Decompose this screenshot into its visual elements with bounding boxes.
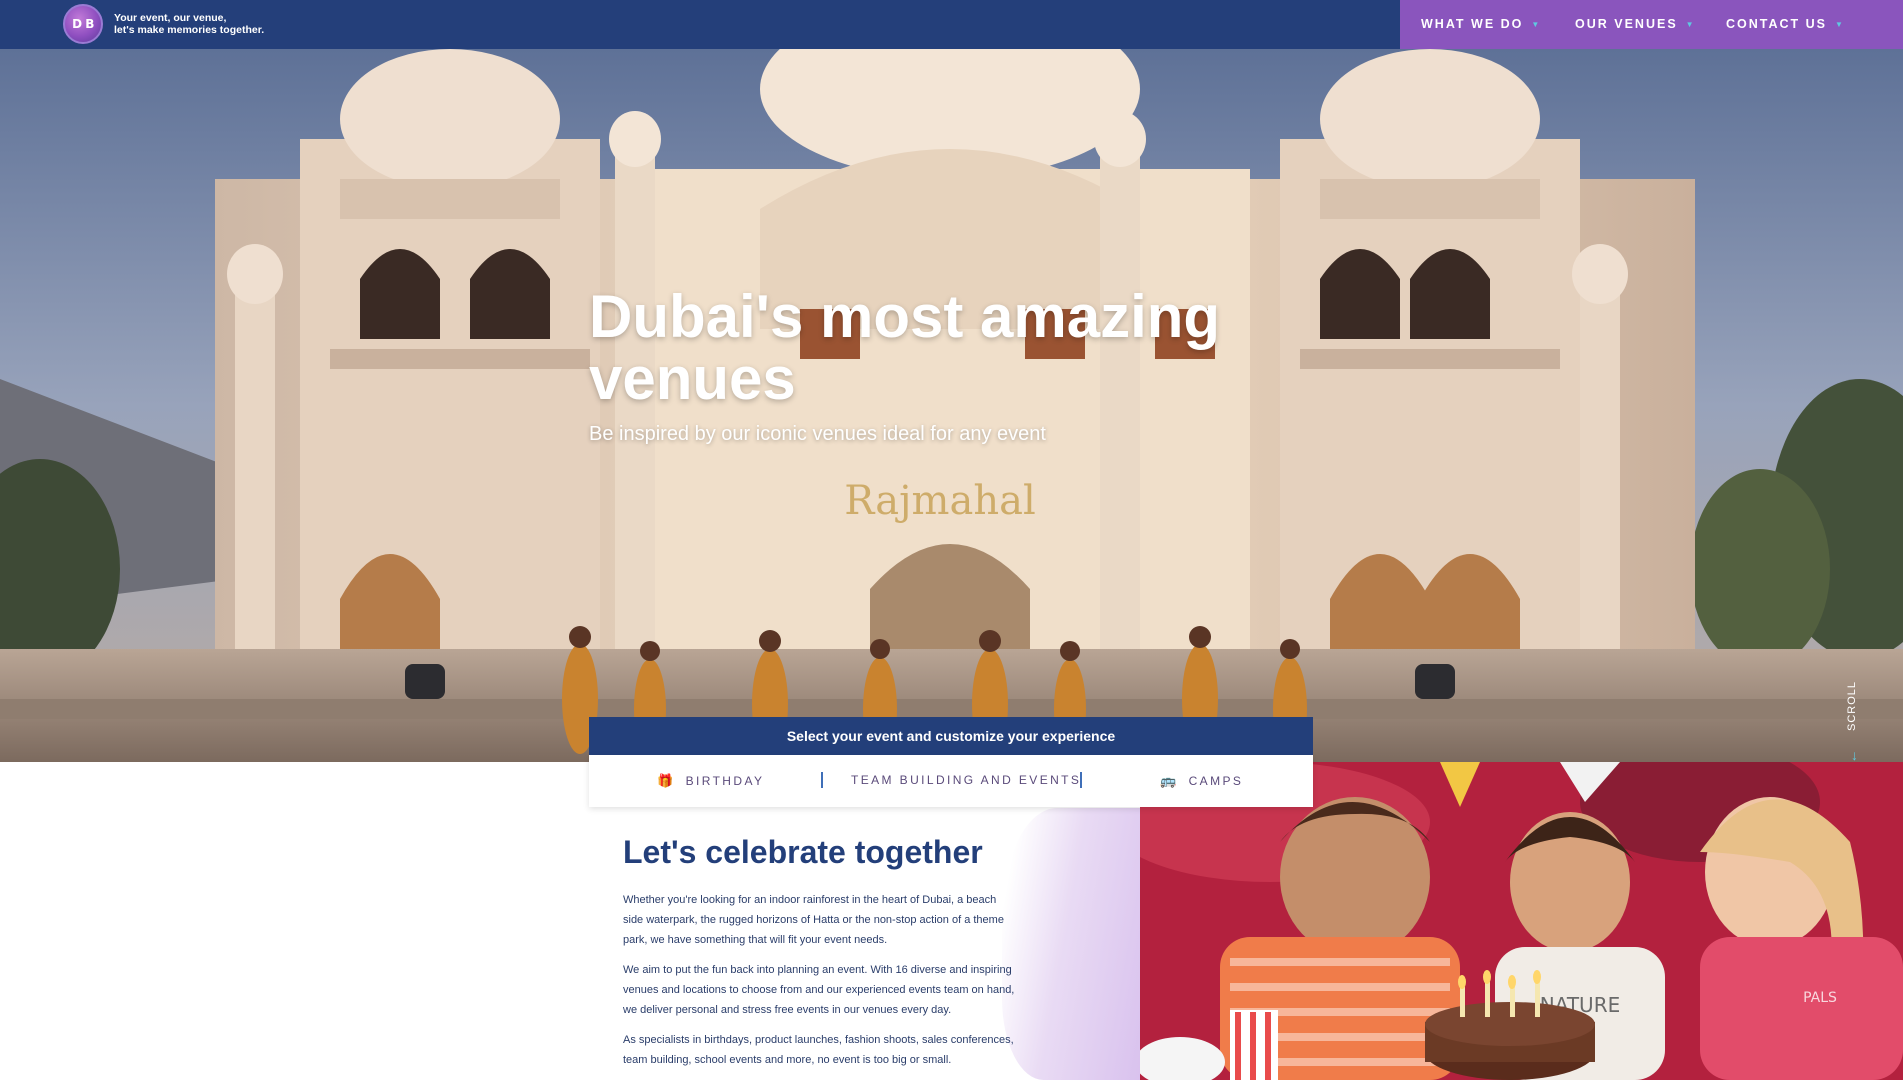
birthday-illustration: NATURE PALS: [1140, 762, 1903, 1080]
hero-subtitle: Be inspired by our iconic venues ideal f…: [589, 423, 1046, 445]
option-label: CAMPS: [1188, 774, 1244, 788]
nav-what-we-do[interactable]: WHAT WE DO ▼: [1421, 17, 1541, 31]
scroll-label[interactable]: SCROLL: [1846, 681, 1858, 731]
decorative-brush-stroke: [1002, 808, 1140, 1080]
option-label: TEAM BUILDING AND EVENTS: [851, 773, 1082, 787]
tagline-line-2: let's make memories together.: [114, 24, 265, 36]
arrow-down-icon[interactable]: ↓: [1851, 747, 1858, 762]
chevron-down-icon: ▼: [1531, 19, 1542, 29]
nav-our-venues[interactable]: OUR VENUES ▼: [1575, 17, 1696, 31]
option-label: BIRTHDAY: [685, 774, 765, 788]
option-birthday[interactable]: 🎁 BIRTHDAY: [657, 773, 764, 789]
nav-label: OUR VENUES: [1575, 17, 1678, 31]
option-camps[interactable]: 🚌 CAMPS: [1160, 773, 1243, 789]
section-title: Let's celebrate together: [623, 834, 983, 870]
nav-label: CONTACT US: [1726, 17, 1828, 31]
main-menu: WHAT WE DO ▼ OUR VENUES ▼ CONTACT US ▼: [1400, 0, 1903, 49]
event-selector-heading: Select your event and customize your exp…: [589, 717, 1313, 755]
divider: [821, 772, 823, 788]
tagline-line-1: Your event, our venue,: [114, 12, 227, 24]
bus-icon: 🚌: [1160, 773, 1179, 788]
option-team-building[interactable]: TEAM BUILDING AND EVENTS: [851, 773, 1081, 787]
divider: [1080, 772, 1082, 788]
intro-paragraph: As specialists in birthdays, product lau…: [623, 1034, 1014, 1066]
nav-contact-us[interactable]: CONTACT US ▼: [1726, 17, 1845, 31]
hero-title: Dubai's most amazing venues: [589, 283, 1221, 412]
event-selector: 🎁 BIRTHDAY TEAM BUILDING AND EVENTS 🚌 CA…: [589, 755, 1313, 807]
shirt-print: PALS: [1803, 990, 1837, 1006]
brand-tagline: Your event, our venue, let's make memori…: [114, 12, 264, 36]
chevron-down-icon: ▼: [1835, 19, 1845, 29]
logo-text: D B: [72, 17, 94, 31]
chevron-down-icon: ▼: [1685, 19, 1696, 29]
intro-paragraph: We aim to put the fun back into planning…: [623, 964, 1015, 1016]
gift-icon: 🎁: [657, 773, 676, 788]
hero-banner: Rajmahal Dubai's most amazing venues Be …: [0, 49, 1903, 762]
venue-sign: Rajmahal: [844, 478, 1035, 524]
birthday-photo: NATURE PALS: [1140, 762, 1903, 1080]
intro-paragraph: Whether you're looking for an indoor rai…: [623, 894, 1004, 946]
nav-label: WHAT WE DO: [1421, 17, 1524, 31]
top-navigation-bar: D B Your event, our venue, let's make me…: [0, 0, 1903, 49]
brand-logo[interactable]: D B: [63, 4, 103, 44]
